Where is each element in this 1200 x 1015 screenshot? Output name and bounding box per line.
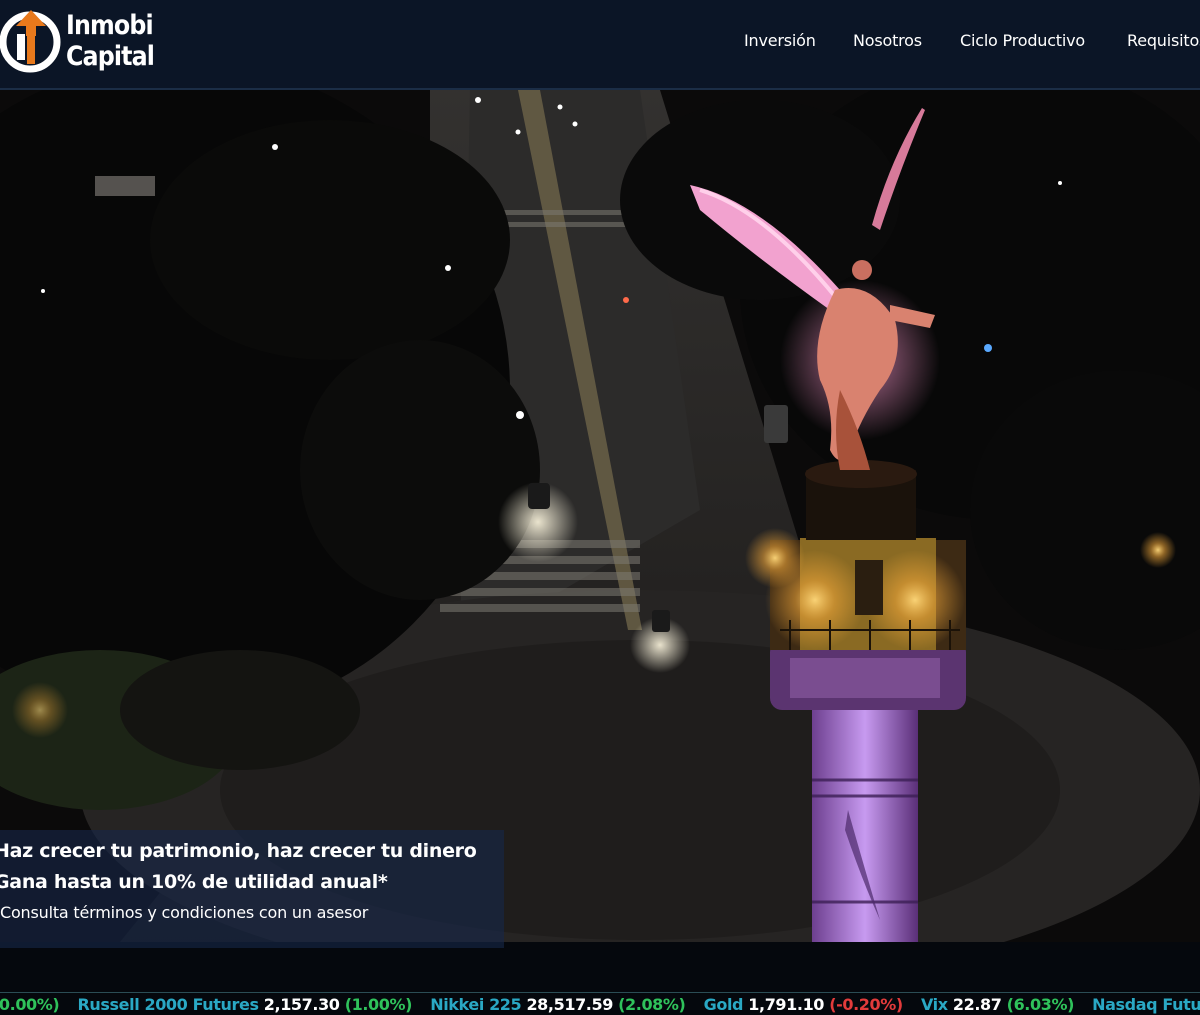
nav-item-nosotros[interactable]: Nosotros (853, 31, 922, 50)
hero-background-image (0, 90, 1200, 942)
ticker-track: (0.00%) Russell 2000 Futures 2,157.30 (1… (0, 995, 1200, 1014)
ticker-item-lead[interactable]: (0.00%) (0, 995, 60, 1014)
hero-headline: Haz crecer tu patrimonio, haz crecer tu … (0, 840, 477, 862)
ticker-item[interactable]: Nasdaq Futures (1092, 995, 1200, 1014)
ticker-name: Gold (703, 995, 744, 1014)
ticker-value: 2,157.30 (263, 995, 340, 1014)
site-header: Inmobi Capital Inversión Nosotros Ciclo … (0, 0, 1200, 90)
ticker-item[interactable]: Vix 22.87 (6.03%) (921, 995, 1074, 1014)
nav-item-ciclo-productivo[interactable]: Ciclo Productivo (960, 31, 1085, 50)
ticker-change: (1.00%) (344, 995, 413, 1014)
ticker-name: Nikkei 225 (430, 995, 522, 1014)
nav-item-inversion[interactable]: Inversión (744, 31, 816, 50)
ticker-name: Russell 2000 Futures (77, 995, 259, 1014)
ticker-lead-change: (0.00%) (0, 995, 60, 1014)
ticker-item[interactable]: Nikkei 225 28,517.59 (2.08%) (430, 995, 686, 1014)
market-ticker: (0.00%) Russell 2000 Futures 2,157.30 (1… (0, 992, 1200, 1015)
nav-item-requisitos[interactable]: Requisitos (1127, 31, 1200, 50)
ticker-item[interactable]: Gold 1,791.10 (-0.20%) (703, 995, 904, 1014)
hero-terms-note: Consulta términos y condiciones con un a… (0, 903, 369, 922)
main-nav: Inversión Nosotros Ciclo Productivo Requ… (0, 31, 1200, 55)
ticker-name: Vix (920, 995, 948, 1014)
ticker-value: 22.87 (952, 995, 1002, 1014)
hero-subheadline: Gana hasta un 10% de utilidad anual* (0, 871, 388, 893)
page: Inmobi Capital Inversión Nosotros Ciclo … (0, 0, 1200, 1015)
ticker-change: (6.03%) (1006, 995, 1075, 1014)
ticker-name: Nasdaq Futures (1092, 995, 1200, 1014)
ticker-value: 28,517.59 (526, 995, 613, 1014)
hero-section (0, 90, 1200, 942)
ticker-change: (-0.20%) (829, 995, 903, 1014)
hero-caption: Haz crecer tu patrimonio, haz crecer tu … (0, 830, 504, 948)
ticker-change: (2.08%) (618, 995, 686, 1014)
ticker-value: 1,791.10 (748, 995, 825, 1014)
spacer-band (0, 942, 1200, 992)
ticker-item[interactable]: Russell 2000 Futures 2,157.30 (1.00%) (78, 995, 413, 1014)
